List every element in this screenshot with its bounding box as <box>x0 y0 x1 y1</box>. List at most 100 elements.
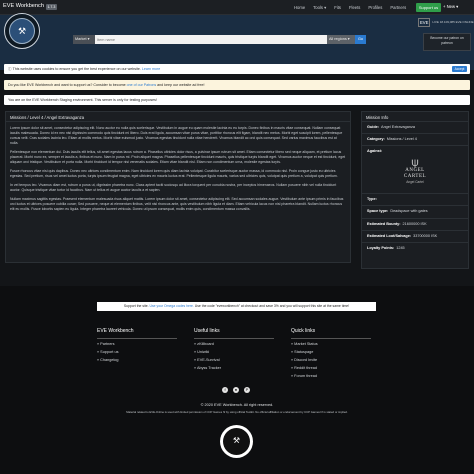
staging-alert: You are on the EVE Workbench Staging env… <box>4 95 470 105</box>
loyalty-value: 1245 <box>396 246 405 251</box>
version-badge: 1.7.3 <box>45 4 57 10</box>
footer-link-partners[interactable]: » Partners <box>97 342 177 347</box>
learn-more-link[interactable]: Learn more <box>142 67 160 72</box>
search-input[interactable] <box>95 35 327 44</box>
footer-divider <box>291 337 371 339</box>
mission-body: Lorem ipsum dolor sit amet, consectetur … <box>6 122 350 220</box>
footer-col-title: Quick links <box>291 328 316 334</box>
footer-link-discord[interactable]: » Discord Invite <box>291 358 371 363</box>
bounty-value: 21600000 ISK <box>402 221 427 226</box>
mission-breadcrumb: Missions / Level 4 / Angel Extravaganza <box>6 112 350 122</box>
type-row: Type: <box>362 194 468 207</box>
eve-label: EVE <box>418 18 431 27</box>
footer-link-forum[interactable]: » Forum thread <box>291 374 371 379</box>
mission-paragraph: Fusce rhoncus vitae nisi quis dapibus. D… <box>10 168 338 178</box>
search-go-button[interactable]: Go <box>355 35 366 44</box>
footer-link-market-status[interactable]: » Market Status <box>291 342 371 347</box>
nav-partners[interactable]: Partners <box>390 5 406 11</box>
mission-paragraph: Nullam maximus sagittis egestas. Praesen… <box>10 196 344 211</box>
bounty-label: Estimated Bounty: <box>367 221 401 226</box>
footer-col-title: EVE Workbench <box>97 328 134 334</box>
space-type-value: Deadspace with gates <box>390 209 428 214</box>
footer-link-eve-survival[interactable]: » EVE-Survival <box>194 358 274 363</box>
patreon-alert-text-after: and keep our website ad free! <box>157 82 205 87</box>
staging-alert-text: You are on the EVE Workbench Staging env… <box>8 97 157 102</box>
accept-cookies-button[interactable]: Accept <box>452 66 467 72</box>
footer-link-changelog[interactable]: » Changelog <box>97 358 177 363</box>
cookie-alert: ⓘ This website uses cookies to ensure yo… <box>4 64 470 74</box>
top-navbar: EVE Workbench 1.7.3 Home Tools ▾ Fits Fl… <box>0 0 474 15</box>
footer-link-uniwiki[interactable]: » Uniwiki <box>194 350 274 355</box>
search-bar: Market ▾ All regions ▾ Go <box>73 35 366 44</box>
social-links: f ● P <box>222 387 250 393</box>
footer-link-zkillboard[interactable]: » zKillboard <box>194 342 274 347</box>
bounty-row: Estimated Bounty: 21600000 ISK <box>362 219 468 231</box>
space-type-row: Space type: Deadspace with gates <box>362 206 468 219</box>
region-select[interactable]: All regions ▾ <box>327 35 355 44</box>
footer-link-support-us[interactable]: » Support us <box>97 350 177 355</box>
category-label: Category: <box>367 137 385 142</box>
category-row: Category: Missions / Level 4 <box>362 134 468 147</box>
footer-link-statuspage[interactable]: » Statuspage <box>291 350 371 355</box>
loyalty-label: Loyalty Points: <box>367 246 395 251</box>
guide-value: Angel Extravaganza <box>381 125 416 129</box>
patreon-alert-text: Do you like EVE Workbench and want to su… <box>8 82 126 87</box>
guide-label: Guide: <box>367 125 380 129</box>
brand-name[interactable]: EVE Workbench <box>3 3 44 11</box>
new-dropdown-button[interactable]: + New ▾ <box>443 4 458 10</box>
type-label: Type: <box>367 197 377 202</box>
mission-info-header: Mission Info <box>362 112 468 122</box>
angel-cartel-icon: ⍦ <box>411 155 419 170</box>
patreon-subtext: patreon <box>441 40 453 45</box>
mission-paragraph: Lorem ipsum dolor sit amet, consectetur … <box>10 126 343 145</box>
nav-links: Home Tools ▾ Fits Fleets Profiles Partne… <box>294 0 406 15</box>
copyright: © 2020 EVE Workbench. All right reserved… <box>200 403 274 407</box>
loyalty-row: Loyalty Points: 1245 <box>362 243 468 255</box>
angel-cartel-logo: ⍦ ANGEL CARTEL Angel Cartel <box>404 156 426 184</box>
footer-logo: ⚒ <box>220 425 253 458</box>
mission-paragraph: Pellentesque non elementum dui. Duis iac… <box>10 149 346 164</box>
cartel-name-line2: CARTEL <box>403 173 427 179</box>
footer-divider <box>194 337 274 339</box>
nav-home[interactable]: Home <box>294 5 305 11</box>
nav-profiles[interactable]: Profiles <box>368 5 382 11</box>
patreon-text: Become our patron on <box>430 36 464 40</box>
footer-divider <box>97 337 177 339</box>
against-label: Against: <box>367 149 383 154</box>
mission-panel: Missions / Level 4 / Angel Extravaganza … <box>5 111 351 263</box>
guide-row: Guide: Angel Extravaganza <box>362 122 468 135</box>
mission-info-panel: Mission Info Guide: Angel Extravaganza C… <box>361 111 469 269</box>
omega-codes-link[interactable]: Use your Omega codes here. <box>150 304 194 309</box>
footer-col-quick-links: Quick links » Market Status » Statuspage… <box>291 328 371 382</box>
patrons-link[interactable]: one of our Patrons <box>127 83 157 88</box>
support-banner-text-after: Use the code "eveworkbench" at checkout … <box>194 304 350 309</box>
footer-col-title: Useful links <box>194 328 220 334</box>
github-icon[interactable]: ● <box>233 387 239 393</box>
cartel-caption: Angel Cartel <box>406 180 424 185</box>
against-row: Against: ⍦ ANGEL CARTEL Angel Cartel <box>362 146 468 195</box>
wrench-logo-icon: ⚒ <box>9 18 35 44</box>
facebook-icon[interactable]: f <box>222 387 228 393</box>
cookie-alert-text: This website uses cookies to ensure you … <box>12 66 141 71</box>
patreon-box[interactable]: Become our patron on patreon <box>423 33 471 51</box>
nav-tools[interactable]: Tools ▾ <box>313 5 326 11</box>
footer-col-eve-workbench: EVE Workbench » Partners » Support us » … <box>97 328 177 366</box>
patreon-icon[interactable]: P <box>244 387 250 393</box>
mission-paragraph: In vel tempus leo. Vivamus diam est, rut… <box>10 182 337 192</box>
loot-value: 33700000 ISK <box>413 233 438 238</box>
site-logo[interactable]: ⚒ <box>4 13 40 49</box>
footer-link-reddit[interactable]: » Reddit thread <box>291 366 371 371</box>
eve-server-status: EVE LIVE 18.109,085 EVE ONLINE <box>418 18 474 27</box>
nav-fleets[interactable]: Fleets <box>349 5 360 11</box>
legal-notice: Material related to EVE-Online is used w… <box>126 410 348 414</box>
category-value: Missions / Level 4 <box>386 137 417 142</box>
search-type-select[interactable]: Market ▾ <box>73 35 95 44</box>
wrench-logo-icon: ⚒ <box>223 428 250 455</box>
nav-fits[interactable]: Fits <box>334 5 341 11</box>
footer-link-abyss-tracker[interactable]: » Abyss Tracker <box>194 366 274 371</box>
brand[interactable]: EVE Workbench 1.7.3 <box>3 3 57 11</box>
support-us-button[interactable]: Support us <box>416 3 441 12</box>
eve-status-text: LIVE 18.109,085 EVE ONLINE <box>432 20 474 25</box>
support-banner: Support the site. Use your Omega codes h… <box>97 302 376 311</box>
footer-col-useful-links: Useful links » zKillboard » Uniwiki » EV… <box>194 328 274 374</box>
